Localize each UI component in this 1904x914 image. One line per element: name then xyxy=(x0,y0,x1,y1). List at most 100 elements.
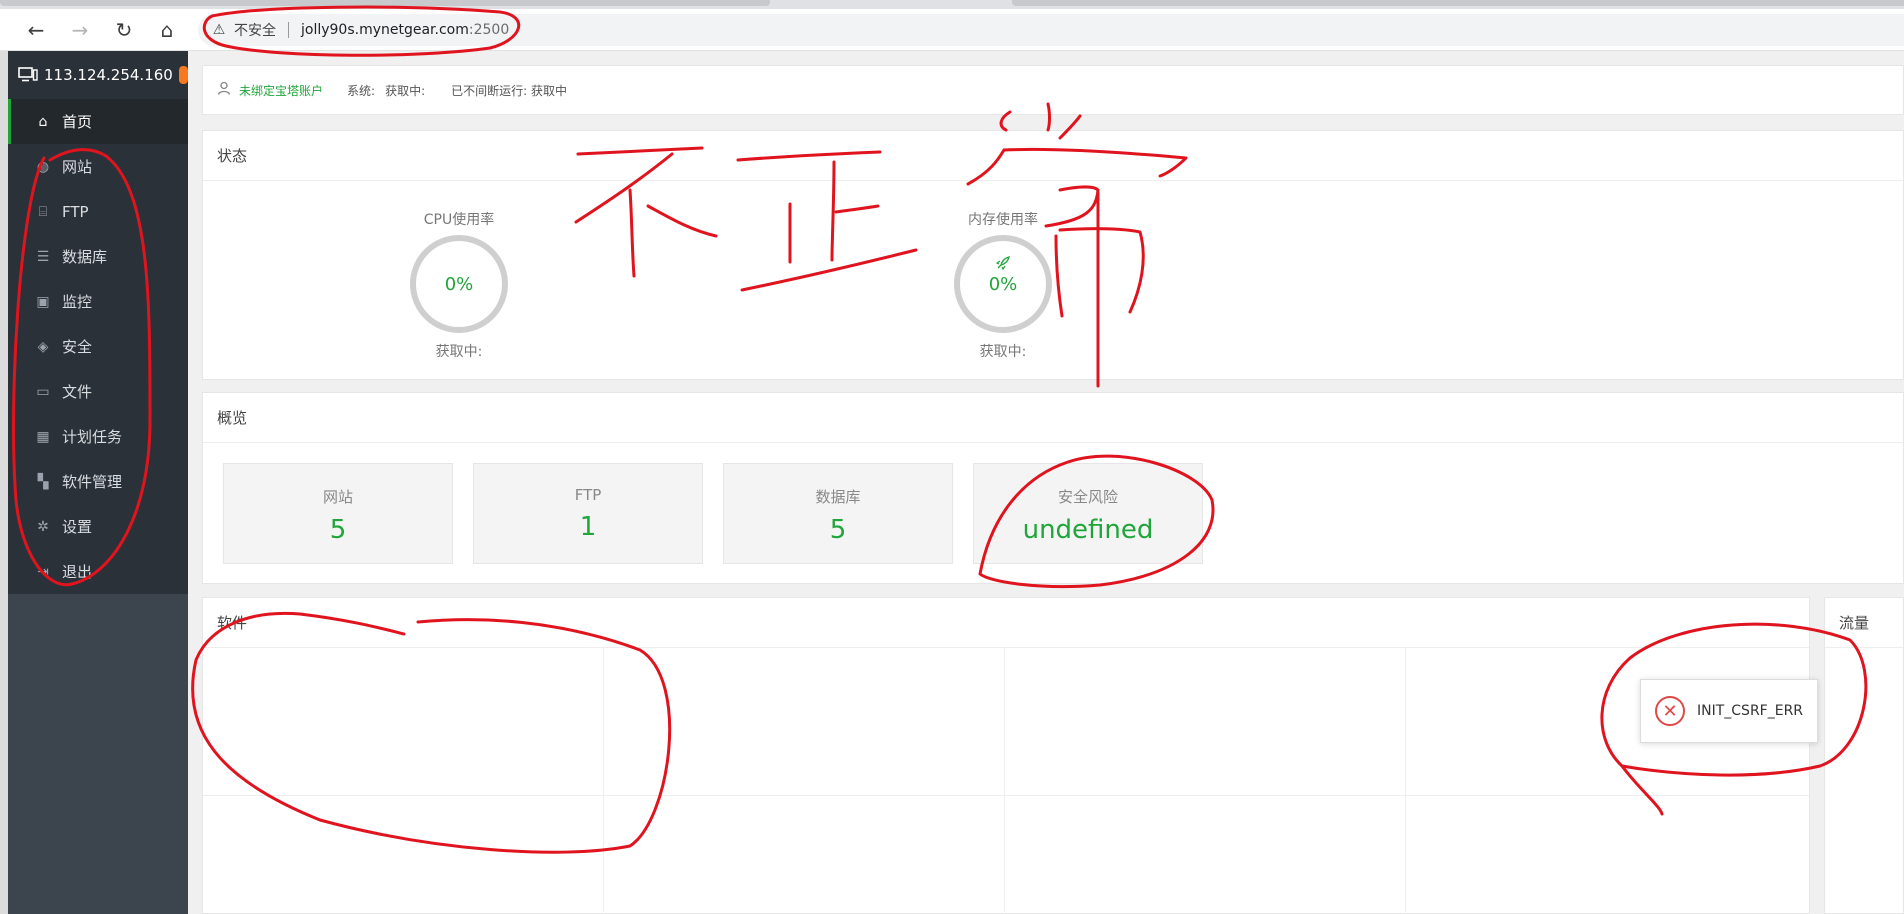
forward-icon[interactable]: → xyxy=(66,16,94,44)
cpu-value: 0% xyxy=(444,273,474,295)
memory-sub: 获取中: xyxy=(979,344,1027,360)
address-bar[interactable]: ⚠ 不安全 jolly90s.mynetgear.com:2500 xyxy=(198,14,1904,46)
sidebar-item-label: 安全 xyxy=(62,338,93,356)
status-title: 状态 xyxy=(203,131,1903,181)
sidebar-item-monitor[interactable]: ▣ 监控 xyxy=(8,279,188,324)
home-icon[interactable]: ⌂ xyxy=(153,16,181,44)
apps-grid-icon: ▚ xyxy=(37,473,49,490)
sidebar-item-label: 退出 xyxy=(62,563,93,581)
user-icon xyxy=(217,81,233,99)
software-slot[interactable] xyxy=(1005,648,1406,796)
window-edge xyxy=(0,51,8,914)
sidebar-item-ftp[interactable]: ⌸ FTP xyxy=(8,189,188,234)
overview-panel: 概览 网站 5 FTP 1 数据库 5 安全风险 undefined xyxy=(202,392,1904,584)
overview-card-label: 安全风险 xyxy=(1057,488,1118,506)
server-info: 113.124.254.160 xyxy=(8,51,188,99)
overview-card-label: 数据库 xyxy=(815,488,861,506)
system-value: 获取中: xyxy=(385,83,426,98)
software-slot[interactable] xyxy=(1005,796,1406,914)
sidebar-item-home[interactable]: ⌂ 首页 xyxy=(8,99,188,144)
gear-icon: ✲ xyxy=(37,518,49,535)
calendar-icon: ▦ xyxy=(36,428,50,445)
error-message: INIT_CSRF_ERR xyxy=(1697,703,1804,719)
warning-icon[interactable]: ⚠ xyxy=(210,22,228,38)
software-slot[interactable] xyxy=(203,796,604,914)
url-port: :2500 xyxy=(468,22,510,38)
memory-gauge[interactable]: 内存使用率 0% 获取中: xyxy=(943,209,1063,361)
url-host: jolly90s.mynetgear.com xyxy=(301,22,469,38)
sidebar-item-label: 监控 xyxy=(62,293,93,311)
browser-tab-strip xyxy=(0,0,1904,9)
memory-value: 0% xyxy=(988,273,1018,295)
cpu-ring: 0% xyxy=(410,235,508,333)
overview-title: 概览 xyxy=(203,393,1903,443)
sidebar: 113.124.254.160 ⌂ 首页 ◍ 网站 ⌸ FTP ☰ 数据库 ▣ 监控 ◈ 安… xyxy=(8,51,188,914)
globe-icon: ◍ xyxy=(36,158,50,175)
software-slot[interactable] xyxy=(604,796,1005,914)
sidebar-item-settings[interactable]: ✲ 设置 xyxy=(8,504,188,549)
home-icon: ⌂ xyxy=(38,113,48,130)
back-icon[interactable]: ← xyxy=(22,16,50,44)
reload-icon[interactable]: ↻ xyxy=(110,16,138,44)
screen: ← → ↻ ⌂ ⚠ 不安全 jolly90s.mynetgear.com:250… xyxy=(0,0,1904,914)
overview-card-ftp[interactable]: FTP 1 xyxy=(473,463,703,564)
overview-card-website[interactable]: 网站 5 xyxy=(223,463,453,564)
error-icon: ✕ xyxy=(1655,696,1685,726)
overview-card-value: 1 xyxy=(579,512,597,542)
overview-card-value: 5 xyxy=(829,515,847,545)
shield-icon: ◈ xyxy=(37,338,49,355)
uptime-text: 已不间断运行: 获取中 xyxy=(451,83,567,98)
monitor-icon xyxy=(18,67,38,83)
insecure-label[interactable]: 不安全 xyxy=(234,20,276,40)
overview-card-value: 5 xyxy=(329,515,347,545)
software-panel: 软件 xyxy=(202,597,1810,914)
software-title: 软件 xyxy=(203,598,1809,648)
rocket-icon[interactable] xyxy=(960,255,1046,275)
sidebar-nav: ⌂ 首页 ◍ 网站 ⌸ FTP ☰ 数据库 ▣ 监控 ◈ 安全 ▭ 文件 ▦ 计划任务 ▚ 软件管… xyxy=(8,99,188,594)
sidebar-item-database[interactable]: ☰ 数据库 xyxy=(8,234,188,279)
browser-toolbar: ← → ↻ ⌂ ⚠ 不安全 jolly90s.mynetgear.com:250… xyxy=(0,9,1904,51)
sidebar-item-label: 数据库 xyxy=(62,248,108,266)
database-icon: ☰ xyxy=(36,248,50,265)
cpu-gauge[interactable]: CPU使用率 0% 获取中: xyxy=(399,209,519,361)
sidebar-item-label: 首页 xyxy=(62,113,93,131)
browser-tab[interactable] xyxy=(1012,0,1904,6)
main-content: 未绑定宝塔账户 系统: 获取中: 已不间断运行: 获取中 状态 CPU使用率 0… xyxy=(202,51,1904,914)
overview-card-database[interactable]: 数据库 5 xyxy=(723,463,953,564)
browser-tab[interactable] xyxy=(0,0,770,6)
sidebar-item-cron[interactable]: ▦ 计划任务 xyxy=(8,414,188,459)
traffic-panel: 流量 xyxy=(1824,597,1904,914)
bind-account-link[interactable]: 未绑定宝塔账户 xyxy=(239,82,323,99)
software-slot[interactable] xyxy=(203,648,604,796)
software-slot[interactable] xyxy=(1406,796,1809,914)
cpu-sub: 获取中: xyxy=(435,344,483,360)
sidebar-item-label: 软件管理 xyxy=(62,473,123,491)
logout-icon: ⇥ xyxy=(37,563,49,580)
sidebar-item-website[interactable]: ◍ 网站 xyxy=(8,144,188,189)
sidebar-item-files[interactable]: ▭ 文件 xyxy=(8,369,188,414)
sidebar-item-label: 文件 xyxy=(62,383,93,401)
memory-label: 内存使用率 xyxy=(968,212,1038,228)
software-slot[interactable] xyxy=(604,648,1005,796)
overview-card-value: undefined xyxy=(1022,515,1154,545)
sidebar-item-software[interactable]: ▚ 软件管理 xyxy=(8,459,188,504)
sidebar-item-logout[interactable]: ⇥ 退出 xyxy=(8,549,188,594)
system-label: 系统: xyxy=(347,83,376,98)
sidebar-item-security[interactable]: ◈ 安全 xyxy=(8,324,188,369)
traffic-title: 流量 xyxy=(1825,598,1903,648)
ftp-icon: ⌸ xyxy=(38,203,48,220)
sidebar-item-label: FTP xyxy=(62,202,89,221)
overview-card-security-risk[interactable]: 安全风险 undefined xyxy=(973,463,1203,564)
monitor-chart-icon: ▣ xyxy=(36,293,50,310)
overview-card-label: FTP xyxy=(574,486,602,504)
status-panel: 状态 CPU使用率 0% 获取中: 内存使用率 0% 获取中: xyxy=(202,130,1904,380)
user-info-bar: 未绑定宝塔账户 系统: 获取中: 已不间断运行: 获取中 xyxy=(202,65,1904,115)
notification-badge[interactable] xyxy=(178,66,188,84)
sidebar-item-label: 网站 xyxy=(62,158,93,176)
cpu-label: CPU使用率 xyxy=(423,212,495,228)
address-divider xyxy=(288,22,289,38)
error-toast[interactable]: ✕ INIT_CSRF_ERR xyxy=(1640,679,1818,743)
sidebar-item-label: 计划任务 xyxy=(62,428,123,446)
memory-ring: 0% xyxy=(954,235,1052,333)
folder-icon: ▭ xyxy=(36,383,50,400)
